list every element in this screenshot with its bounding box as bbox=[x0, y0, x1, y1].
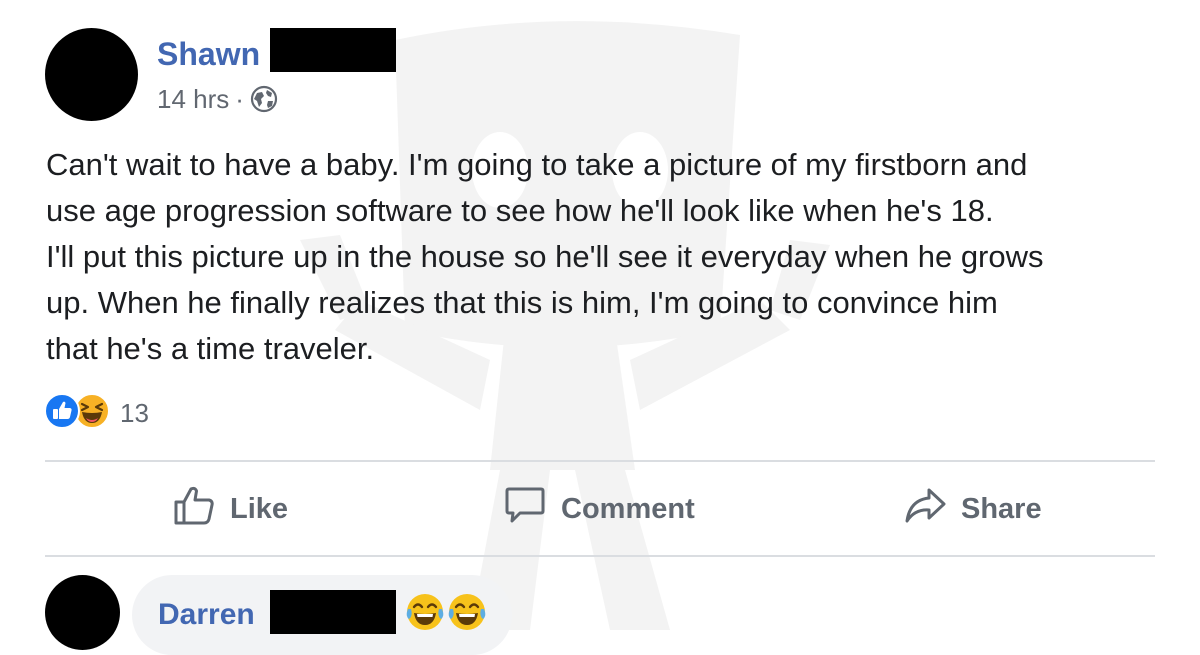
post-meta: 14 hrs · bbox=[157, 84, 278, 114]
post-text-line: Can't wait to have a baby. I'm going to … bbox=[46, 147, 1028, 182]
post-text-line: I'll put this picture up in the house so… bbox=[46, 239, 1044, 274]
actions-top-divider bbox=[45, 460, 1155, 462]
comment-label: Comment bbox=[561, 492, 695, 525]
share-button[interactable]: Share bbox=[903, 486, 1042, 532]
meta-separator: · bbox=[235, 83, 244, 114]
share-arrow-icon bbox=[903, 483, 961, 535]
redacted-commenter-last-name bbox=[270, 590, 396, 634]
like-button[interactable]: Like bbox=[172, 486, 288, 532]
share-label: Share bbox=[961, 492, 1042, 525]
reaction-count[interactable]: 13 bbox=[120, 398, 149, 429]
actions-bottom-divider bbox=[45, 555, 1155, 557]
author-name[interactable]: Shawn bbox=[157, 34, 260, 74]
post-timestamp[interactable]: 14 hrs bbox=[157, 84, 229, 115]
like-reaction-icon bbox=[44, 392, 80, 434]
author-avatar[interactable] bbox=[45, 28, 138, 121]
globe-icon[interactable] bbox=[250, 85, 278, 113]
redacted-last-name bbox=[270, 28, 396, 72]
post-text: Can't wait to have a baby. I'm going to … bbox=[46, 142, 1166, 372]
post-text-line: that he's a time traveler. bbox=[46, 331, 375, 366]
post-text-line: up. When he finally realizes that this i… bbox=[46, 285, 998, 320]
comment-icon bbox=[503, 483, 561, 535]
post-text-line: use age progression software to see how … bbox=[46, 193, 994, 228]
tears-of-joy-emoji bbox=[405, 592, 445, 637]
comment-button[interactable]: Comment bbox=[503, 486, 695, 532]
reactions-summary[interactable]: 13 bbox=[44, 392, 149, 434]
commenter-avatar[interactable] bbox=[45, 575, 120, 650]
commenter-name[interactable]: Darren bbox=[158, 597, 255, 633]
thumbs-up-icon bbox=[172, 483, 230, 535]
tears-of-joy-emoji bbox=[447, 592, 487, 637]
like-label: Like bbox=[230, 492, 289, 525]
